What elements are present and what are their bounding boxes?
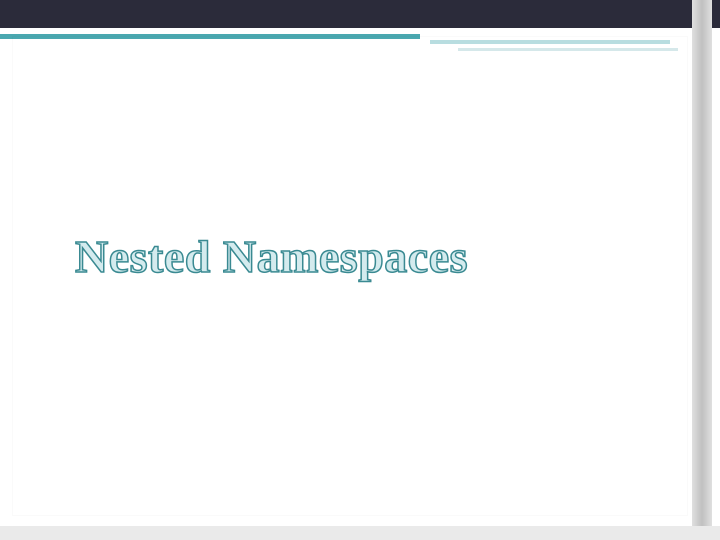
right-margin-stripe [692, 0, 712, 540]
slide-title: Nested Namespaces [75, 230, 468, 283]
header-bar [0, 0, 720, 28]
footer-bar [0, 526, 720, 540]
